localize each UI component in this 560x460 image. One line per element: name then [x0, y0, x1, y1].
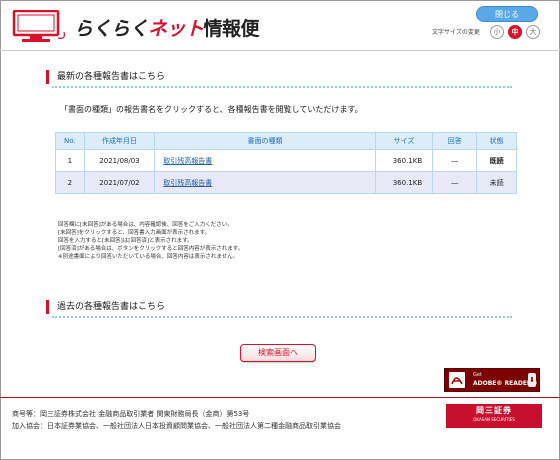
row-date: 2021/08/03	[83, 149, 156, 172]
row-answer: ―	[432, 171, 478, 194]
intro-text: 「書面の種類」の報告書名をクリックすると、各種報告書を閲覧していただけます。	[60, 105, 363, 114]
footer-divider	[0, 397, 560, 398]
row-status: 未読	[476, 171, 517, 194]
okasan-logo-jp: 岡三証券	[476, 406, 512, 415]
row-answer: ―	[432, 149, 478, 172]
adobe-pdf-icon	[449, 372, 465, 388]
past-reports-title: 過去の各種報告書はこちら	[46, 300, 165, 314]
adobe-get-text: Get	[473, 372, 482, 378]
table-row: 1 2021/08/03 取引残高報告書 360.1KB ― 既読	[55, 149, 517, 172]
col-status: 状態	[476, 132, 517, 150]
col-no: No.	[55, 132, 85, 150]
note-line: [回答済]がある場合は、ボタンをクリックすると回答内容が表示されます。	[58, 246, 244, 252]
row-size: 360.1KB	[374, 149, 434, 172]
report-link[interactable]: 取引残高報告書	[163, 179, 212, 187]
row-no: 1	[55, 149, 85, 172]
okasan-logo-en: OKASAN SECURITIES	[473, 417, 515, 422]
table-row: 2 2021/07/02 取引残高報告書 360.1KB ― 未読	[55, 171, 517, 194]
search-screen-button[interactable]: 検索画面へ	[240, 344, 316, 362]
row-size: 360.1KB	[374, 171, 434, 194]
font-size-large-button[interactable]: 大	[526, 25, 540, 39]
site-logo: らくらくネット情報便	[12, 8, 262, 44]
logo-text: らくらくネット情報便	[74, 14, 260, 41]
reports-table: No. 作成年月日 書面の種類 サイズ 回答 状態 1 2021/08/03 取…	[55, 132, 517, 194]
logo-part3: 情報便	[203, 18, 260, 40]
past-reports-rule	[52, 316, 512, 318]
row-date: 2021/07/02	[83, 171, 156, 194]
okasan-logo: 岡三証券 OKASAN SECURITIES	[446, 404, 542, 428]
col-doc-type: 書面の種類	[154, 132, 376, 150]
col-answer: 回答	[432, 132, 478, 150]
font-size-label: 文字サイズの変更	[432, 29, 480, 36]
row-doc-cell: 取引残高報告書	[154, 171, 376, 194]
footer-association-line: 加入協会：日本証券業協会、一般社団法人日本投資顧問業協会、一般社団法人第二種金融…	[12, 422, 341, 430]
table-header-row: No. 作成年月日 書面の種類 サイズ 回答 状態	[55, 132, 517, 150]
note-line: 回答を入力すると[未回答]は[回答済]と表示されます。	[58, 238, 193, 244]
font-size-small-button[interactable]: 小	[490, 25, 504, 39]
note-line: 回答欄に[未回答]がある場合は、内容確認後、回答をご入力ください。	[58, 222, 233, 228]
logo-part1: らくらく	[74, 18, 149, 40]
logo-part2: ネット	[148, 18, 204, 40]
report-link[interactable]: 取引残高報告書	[163, 157, 212, 165]
latest-reports-title: 最新の各種報告書はこちら	[46, 70, 165, 84]
note-line: ※別途書面により回答いただいている場合、回答内容は表示されません。	[58, 254, 239, 260]
col-size: サイズ	[374, 132, 434, 150]
notes-block: 回答欄に[未回答]がある場合は、内容確認後、回答をご入力ください。 [未回答]を…	[58, 221, 243, 261]
row-no: 2	[55, 171, 85, 194]
col-date: 作成年月日	[83, 132, 156, 150]
footer-company-line: 商号等：岡三証券株式会社 金融商品取引業者 関東財務局長（金商）第53号	[12, 410, 250, 418]
row-doc-cell: 取引残高報告書	[154, 149, 376, 172]
get-adobe-reader-button[interactable]: Get ADOBE® READER® ⬇	[444, 368, 540, 392]
download-icon: ⬇	[528, 373, 536, 387]
font-size-medium-button[interactable]: 中	[508, 25, 522, 39]
close-button[interactable]: 閉じる	[476, 6, 538, 22]
note-line: [未回答]をクリックすると、回答書入力画面が表示されます。	[58, 230, 211, 236]
computer-icon	[12, 10, 65, 42]
footer-text: 商号等：岡三証券株式会社 金融商品取引業者 関東財務局長（金商）第53号 加入協…	[12, 408, 341, 432]
row-status: 既読	[476, 149, 517, 172]
latest-reports-rule	[52, 86, 512, 88]
header-divider	[0, 50, 560, 51]
